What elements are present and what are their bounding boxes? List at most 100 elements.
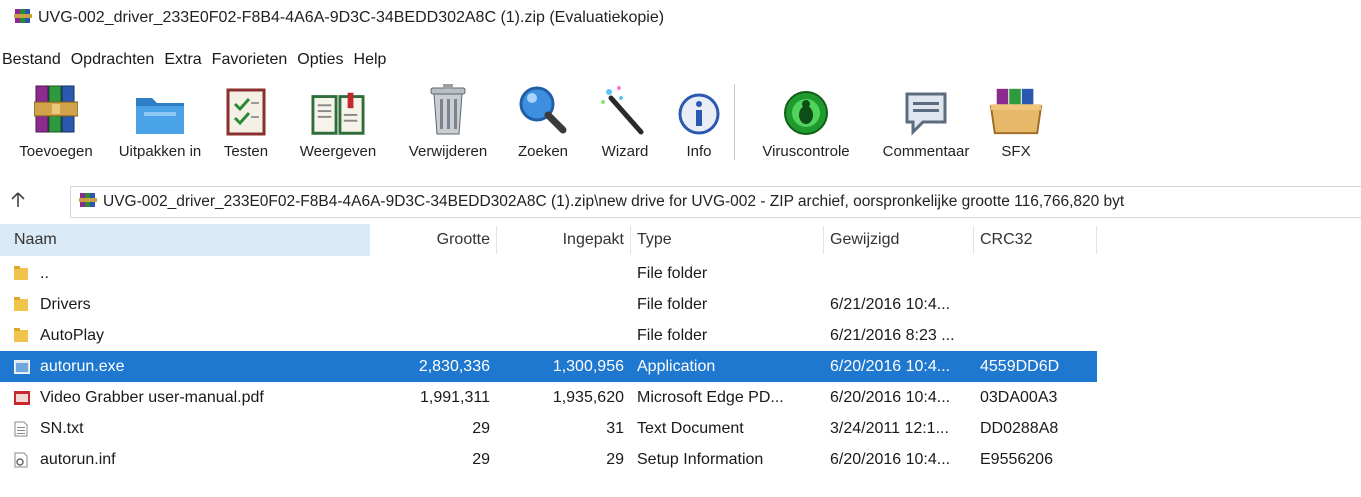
wizard-label: Wizard	[601, 143, 649, 160]
up-arrow-icon[interactable]	[0, 191, 36, 213]
menu-extra[interactable]: Extra	[159, 51, 206, 69]
file-crc: 4559DD6D	[980, 357, 1060, 375]
column-packed[interactable]: Ingepakt	[500, 224, 624, 256]
magic-wand-icon	[598, 78, 652, 136]
column-divider	[496, 226, 497, 254]
file-type: File folder	[637, 264, 708, 282]
folder-icon	[14, 320, 28, 351]
magnifier-icon	[516, 78, 570, 136]
add-button[interactable]: Toevoegen	[0, 78, 112, 170]
info-button[interactable]: Info	[668, 78, 730, 170]
table-row-selected[interactable]: autorun.exe 2,830,336 1,300,956 Applicat…	[0, 351, 1097, 382]
toolbar: Toevoegen Uitpakken in Testen Weergeven …	[0, 78, 1361, 170]
file-name: autorun.inf	[40, 450, 116, 468]
pdf-icon	[14, 382, 30, 413]
path-field[interactable]: UVG-002_driver_233E0F02-F8B4-4A6A-9D3C-3…	[70, 186, 1361, 218]
file-type: Setup Information	[637, 450, 764, 468]
table-row[interactable]: AutoPlay File folder 6/21/2016 8:23 ...	[0, 320, 1097, 351]
file-modified: 3/24/2011 12:1...	[830, 419, 949, 437]
books-stack-icon	[29, 78, 83, 136]
file-crc: 03DA00A3	[980, 388, 1058, 406]
file-modified: 6/20/2016 10:4...	[830, 388, 951, 406]
table-row[interactable]: Video Grabber user-manual.pdf 1,991,311 …	[0, 382, 1097, 413]
table-row[interactable]: .. File folder	[0, 258, 1097, 289]
column-divider	[1096, 226, 1097, 254]
comment-icon	[899, 78, 953, 136]
file-name: ..	[40, 264, 49, 282]
file-modified: 6/21/2016 10:4...	[830, 295, 951, 313]
sfx-button[interactable]: SFX	[981, 78, 1051, 170]
title-bar: UVG-002_driver_233E0F02-F8B4-4A6A-9D3C-3…	[0, 0, 1361, 36]
file-type: Text Document	[637, 419, 744, 437]
file-name: autorun.exe	[40, 357, 125, 375]
menu-opties[interactable]: Opties	[292, 51, 348, 69]
toolbar-separator	[734, 84, 735, 160]
file-name: SN.txt	[40, 419, 84, 437]
info-label: Info	[686, 143, 712, 160]
file-name: Drivers	[40, 295, 91, 313]
sfx-box-icon	[989, 78, 1043, 136]
find-button[interactable]: Zoeken	[504, 78, 582, 170]
column-crc[interactable]: CRC32	[980, 224, 1090, 256]
winrar-app-icon	[14, 7, 32, 30]
address-bar: UVG-002_driver_233E0F02-F8B4-4A6A-9D3C-3…	[0, 186, 1361, 218]
menu-favorieten[interactable]: Favorieten	[207, 51, 293, 69]
file-packed: 1,935,620	[552, 388, 624, 406]
open-book-icon	[311, 78, 365, 136]
file-size: 1,991,311	[420, 388, 490, 406]
column-size[interactable]: Grootte	[370, 224, 490, 256]
trash-icon	[421, 78, 475, 136]
sfx-label: SFX	[1001, 143, 1031, 160]
column-name[interactable]: Naam	[0, 224, 370, 256]
column-divider	[630, 226, 631, 254]
table-row[interactable]: autorun.inf 29 29 Setup Information 6/20…	[0, 444, 1097, 475]
file-packed: 29	[606, 450, 624, 468]
file-packed: 31	[606, 419, 624, 437]
file-modified: 6/21/2016 8:23 ...	[830, 326, 955, 344]
file-crc: DD0288A8	[980, 419, 1059, 437]
file-name: AutoPlay	[40, 326, 105, 344]
exe-icon	[14, 351, 30, 382]
settings-file-icon	[14, 444, 28, 475]
comment-button[interactable]: Commentaar	[871, 78, 981, 170]
file-type: Application	[637, 357, 716, 375]
file-size: 29	[472, 419, 490, 437]
folder-icon	[133, 78, 187, 136]
add-label: Toevoegen	[19, 143, 93, 160]
virus-scan-button[interactable]: Viruscontrole	[741, 78, 871, 170]
extract-to-button[interactable]: Uitpakken in	[112, 78, 208, 170]
window-title: UVG-002_driver_233E0F02-F8B4-4A6A-9D3C-3…	[38, 9, 665, 26]
file-name: Video Grabber user-manual.pdf	[40, 388, 264, 406]
file-size: 2,830,336	[418, 357, 490, 375]
file-type: File folder	[637, 326, 708, 344]
bug-icon	[779, 78, 833, 136]
menu-bar: Bestand Opdrachten Extra Favorieten Opti…	[0, 45, 1361, 75]
file-type: Microsoft Edge PD...	[637, 388, 784, 406]
menu-opdrachten[interactable]: Opdrachten	[66, 51, 160, 69]
file-modified: 6/20/2016 10:4...	[830, 450, 951, 468]
table-row[interactable]: SN.txt 29 31 Text Document 3/24/2011 12:…	[0, 413, 1097, 444]
table-row[interactable]: Drivers File folder 6/21/2016 10:4...	[0, 289, 1097, 320]
column-divider	[973, 226, 974, 254]
info-icon	[672, 78, 726, 136]
text-file-icon	[14, 413, 28, 444]
delete-label: Verwijderen	[408, 143, 488, 160]
comment-label: Commentaar	[882, 143, 970, 160]
view-button[interactable]: Weergeven	[284, 78, 392, 170]
column-divider	[823, 226, 824, 254]
test-label: Testen	[223, 143, 269, 160]
wizard-button[interactable]: Wizard	[582, 78, 668, 170]
menu-bestand[interactable]: Bestand	[0, 51, 66, 69]
find-label: Zoeken	[517, 143, 569, 160]
menu-help[interactable]: Help	[349, 51, 392, 69]
path-text: UVG-002_driver_233E0F02-F8B4-4A6A-9D3C-3…	[103, 193, 1125, 210]
delete-button[interactable]: Verwijderen	[392, 78, 504, 170]
test-button[interactable]: Testen	[208, 78, 284, 170]
column-type[interactable]: Type	[637, 224, 817, 256]
folder-icon	[14, 258, 28, 289]
file-size: 29	[472, 450, 490, 468]
file-type: File folder	[637, 295, 708, 313]
extract-to-label: Uitpakken in	[118, 143, 202, 160]
archive-icon	[79, 191, 97, 214]
column-modified[interactable]: Gewijzigd	[830, 224, 970, 256]
